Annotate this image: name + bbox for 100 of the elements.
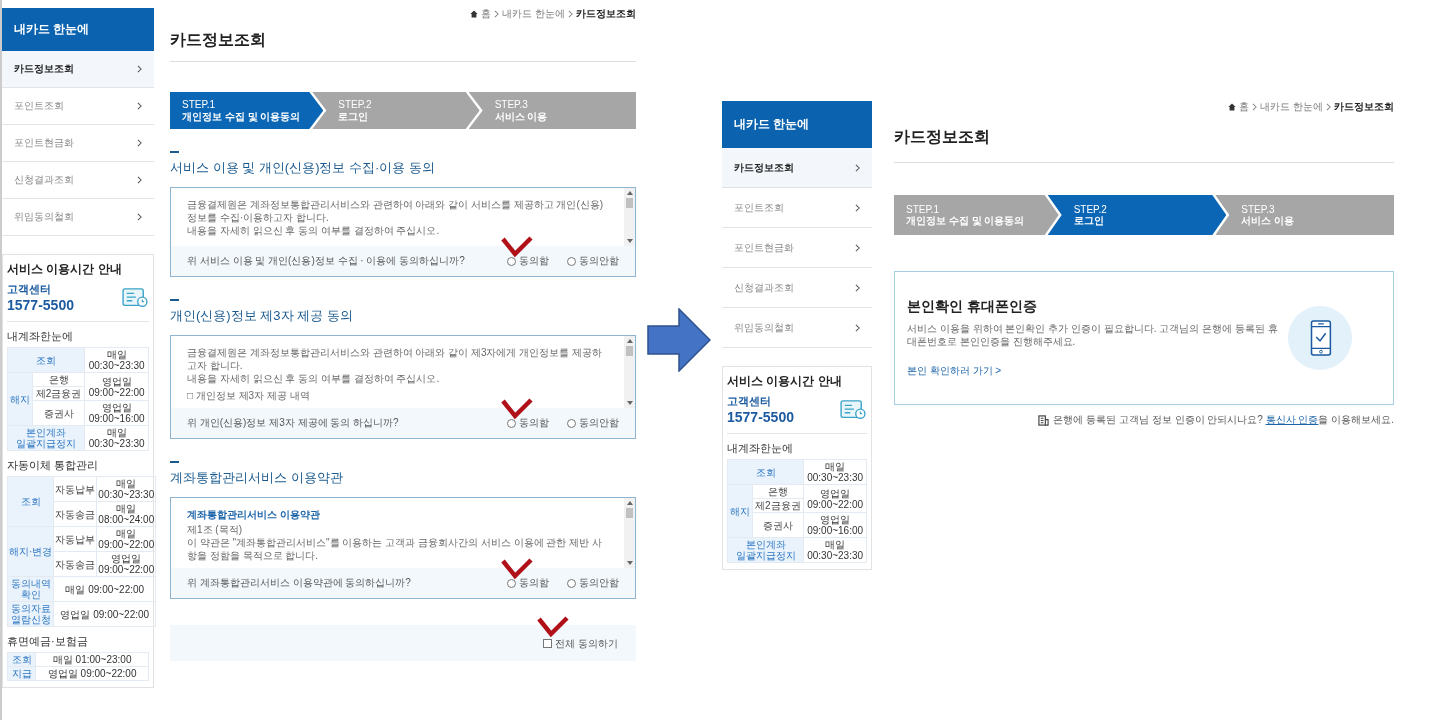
table-cell: 매일 00:30~23:30 xyxy=(84,425,149,451)
sidebar-item[interactable]: 위임동의철회 xyxy=(2,199,154,236)
scroll-up-icon[interactable] xyxy=(626,501,633,505)
section-title: 개인(신용)정보 제3자 제공 동의 xyxy=(170,299,353,325)
chevron-right-icon xyxy=(568,10,573,18)
scrollbar[interactable] xyxy=(624,188,635,246)
section-title: 내계좌한눈에 xyxy=(727,441,794,456)
chevron-right-icon xyxy=(855,243,860,252)
sidebar-item[interactable]: 포인트조회 xyxy=(722,188,872,228)
sidebar-item[interactable]: 포인트조회 xyxy=(2,88,154,125)
chevron-right-icon xyxy=(137,65,142,73)
terms-text: 금융결제원은 계좌정보통합관리서비스와 관련하여 아래와 같이 제3자에게 개인정보를 제공하고자 합니다. xyxy=(187,346,603,372)
consent-question: 위 서비스 이용 및 개인(신용)정보 수집 · 이용에 동의하십니까? xyxy=(187,254,465,268)
breadcrumb-link[interactable]: 카드정보조회 xyxy=(1334,100,1394,114)
right-arrow-icon xyxy=(647,308,711,372)
table-cell: 조회 xyxy=(727,459,804,485)
sidebar-item[interactable]: 카드정보조회 xyxy=(722,148,872,188)
table-cell: 매일 00:30~23:30 xyxy=(803,537,867,563)
table-cell: 영업일 09:00~22:00 xyxy=(84,372,149,401)
table-cell: 조회 xyxy=(7,652,36,667)
scrollbar[interactable] xyxy=(624,498,635,568)
chevron-right-icon xyxy=(137,139,142,147)
scroll-down-icon[interactable] xyxy=(626,401,633,405)
scroll-thumb[interactable] xyxy=(626,508,633,518)
table-cell: 제2금융권 xyxy=(32,386,85,401)
carrier-auth-link[interactable]: 통신사 인증 xyxy=(1265,414,1319,425)
breadcrumb-link[interactable]: 홈 xyxy=(481,7,492,21)
terms-text: 금융결제원은 계좌정보통합관리서비스와 관련하여 아래와 같이 서비스를 제공하고 개인(신용)정보를 수집·이용하고자 합니다. xyxy=(187,198,605,224)
terms-text: □ 개인정보 제3자 제공 내역 xyxy=(187,389,311,402)
table-cell: 자동송금 xyxy=(53,501,97,527)
breadcrumb-link[interactable]: 홈 xyxy=(1239,100,1250,114)
chevron-right-icon xyxy=(1252,103,1258,111)
breadcrumb-link[interactable]: 카드정보조회 xyxy=(576,7,636,21)
terms-heading: 계좌통합관리서비스 이용약관 xyxy=(187,508,321,521)
scrollbar[interactable] xyxy=(624,336,635,408)
chevron-right-icon xyxy=(855,203,860,212)
panel-title: 서비스 이용시간 안내 xyxy=(7,261,123,278)
scroll-thumb[interactable] xyxy=(626,198,633,208)
sidebar-item[interactable]: 위임동의철회 xyxy=(722,308,872,348)
table-cell: 영업일 09:00~22:00 xyxy=(53,601,156,627)
card-description: 서비스 이용을 위하여 본인확인 추가 인증이 필요합니다. 고객님의 은행에 등록된 휴대폰번호로 본인인증을 진행해주세요. xyxy=(907,322,1279,348)
radio-button[interactable]: 동의함 xyxy=(507,254,549,268)
sidebar-item[interactable]: 신청결과조회 xyxy=(722,268,872,308)
radio-button[interactable]: 동의안함 xyxy=(567,254,619,268)
table-cell: 조회 xyxy=(7,476,54,527)
center-label: 고객센터 xyxy=(727,394,772,409)
chevron-right-icon xyxy=(137,102,142,110)
table-cell: 은행 xyxy=(752,484,804,499)
chevron-right-icon xyxy=(855,323,860,332)
checkbox[interactable]: 전체 동의하기 xyxy=(543,636,618,651)
table-cell: 자동납부 xyxy=(53,526,97,552)
progress-step: STEP.3 서비스 이용 xyxy=(468,92,636,129)
table-cell: 해지 xyxy=(727,484,752,538)
sidebar-item[interactable]: 카드정보조회 xyxy=(2,51,154,88)
home-icon xyxy=(1228,103,1237,111)
page-title: 카드정보조회 xyxy=(894,127,1394,163)
table-cell: 매일 01:00~23:00 xyxy=(35,652,149,667)
breadcrumb-link[interactable]: 내카드 한눈에 xyxy=(1260,100,1323,114)
scroll-down-icon[interactable] xyxy=(626,239,633,243)
sidebar-item[interactable]: 포인트현금화 xyxy=(722,228,872,268)
sidebar-title: 내카드 한눈에 xyxy=(2,8,154,51)
verify-link[interactable]: 본인 확인하러 가기 > xyxy=(907,365,1002,376)
building-icon xyxy=(1038,414,1050,426)
sidebar-item[interactable]: 포인트현금화 xyxy=(2,125,154,162)
progress-step: STEP.1 개인정보 수집 및 이용동의 xyxy=(170,92,324,129)
terms-text: 내용을 자세히 읽으신 후 동의 여부를 결정하여 주십시오. xyxy=(187,224,441,237)
radio-button[interactable]: 동의안함 xyxy=(567,416,619,430)
table-cell: 매일 08:00~24:00 xyxy=(96,501,156,527)
page-title: 카드정보조회 xyxy=(170,30,636,62)
table-cell: 제2금융권 xyxy=(752,498,804,513)
chevron-right-icon xyxy=(855,283,860,292)
progress-step: STEP.1 개인정보 수집 및 이용동의 xyxy=(894,195,1059,235)
table-cell: 영업일 09:00~16:00 xyxy=(803,512,867,538)
consent-question: 위 개인(신용)정보 제3자 제공에 동의 하십니까? xyxy=(187,416,399,430)
phone-check-icon xyxy=(1287,304,1353,372)
table-cell: 동의자료 열람신청 xyxy=(7,601,54,627)
chevron-right-icon xyxy=(137,176,142,184)
chevron-right-icon xyxy=(137,213,142,221)
table-cell: 증권사 xyxy=(32,400,85,426)
scroll-thumb[interactable] xyxy=(626,346,633,356)
sidebar-item[interactable]: 신청결과조회 xyxy=(2,162,154,199)
table-cell: 증권사 xyxy=(752,512,804,538)
breadcrumb-link[interactable]: 내카드 한눈에 xyxy=(502,7,565,21)
home-icon xyxy=(470,10,479,18)
radio-button[interactable]: 동의안함 xyxy=(567,576,619,590)
table-cell: 자동납부 xyxy=(53,476,97,502)
progress-step: STEP.2 로그인 xyxy=(312,92,480,129)
scroll-up-icon[interactable] xyxy=(626,339,633,343)
scroll-down-icon[interactable] xyxy=(626,561,633,565)
center-label: 고객센터 xyxy=(7,282,52,297)
table-cell: 해지 xyxy=(7,372,33,426)
chevron-right-icon xyxy=(1326,103,1331,111)
radio-button[interactable]: 동의함 xyxy=(507,416,549,430)
section-title: 서비스 이용 및 개인(신용)정보 수집·이용 동의 xyxy=(170,151,436,177)
scroll-up-icon[interactable] xyxy=(626,191,633,195)
table-cell: 매일 09:00~22:00 xyxy=(53,576,156,602)
radio-button[interactable]: 동의함 xyxy=(507,576,549,590)
table-cell: 본인계좌 일괄지급정지 xyxy=(7,425,85,451)
table-cell: 영업일 09:00~22:00 xyxy=(35,666,149,681)
section-title: 내계좌한눈에 xyxy=(7,329,74,344)
